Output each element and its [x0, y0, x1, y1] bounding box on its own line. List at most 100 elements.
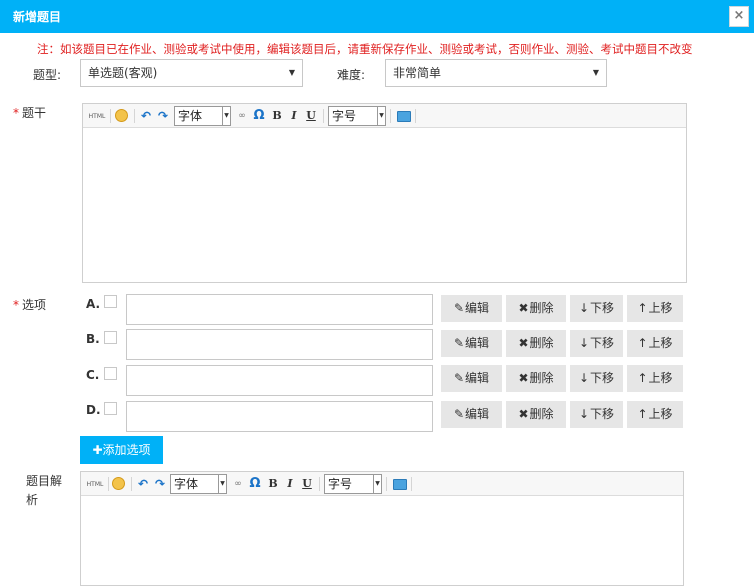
- special-char-icon[interactable]: Ω: [252, 108, 266, 124]
- edit-option-button[interactable]: ✎编辑: [441, 401, 502, 428]
- font-size-select[interactable]: 字号 ▼: [328, 106, 386, 126]
- underline-icon[interactable]: U: [301, 476, 313, 492]
- toolbar-divider: [319, 477, 320, 491]
- edit-icon: ✎: [453, 371, 465, 385]
- chevron-down-icon: ▼: [222, 107, 230, 125]
- difficulty-select[interactable]: 非常简单 ▼: [385, 59, 607, 87]
- chevron-down-icon: ▼: [373, 475, 381, 493]
- question-type-value: 单选题(客观): [88, 66, 158, 80]
- delete-option-button[interactable]: ✖删除: [506, 365, 566, 392]
- toolbar-divider: [390, 109, 391, 123]
- font-family-select[interactable]: 字体 ▼: [170, 474, 227, 494]
- html-source-icon[interactable]: HTML: [88, 109, 106, 125]
- arrow-down-icon: ↓: [578, 407, 590, 421]
- font-family-select[interactable]: 字体 ▼: [174, 106, 231, 126]
- emoji-icon[interactable]: [112, 477, 125, 490]
- plus-icon: ✚: [92, 443, 103, 457]
- required-mark: *: [13, 106, 19, 120]
- analysis-label: 题目解: [26, 474, 63, 488]
- option-letter: B.: [86, 332, 100, 346]
- option-input[interactable]: [126, 329, 433, 360]
- close-icon: ✖: [518, 371, 529, 385]
- undo-icon[interactable]: ↶: [139, 108, 153, 124]
- option-input[interactable]: [126, 401, 433, 432]
- option-correct-checkbox[interactable]: [104, 367, 117, 380]
- redo-icon[interactable]: ↷: [156, 108, 170, 124]
- close-icon[interactable]: ×: [729, 6, 749, 27]
- required-mark: *: [13, 298, 19, 312]
- option-correct-checkbox[interactable]: [104, 331, 117, 344]
- close-icon: ✖: [518, 336, 529, 350]
- option-letter: C.: [86, 368, 100, 382]
- stem-label-text: 题干: [22, 106, 47, 120]
- option-correct-checkbox[interactable]: [104, 402, 117, 415]
- bold-icon[interactable]: B: [271, 108, 283, 124]
- arrow-down-icon: ↓: [578, 336, 590, 350]
- stem-label: * 题干: [13, 104, 46, 121]
- edit-icon: ✎: [453, 336, 465, 350]
- html-source-icon[interactable]: HTML: [86, 477, 104, 493]
- toolbar-divider: [131, 477, 132, 491]
- delete-option-button[interactable]: ✖删除: [506, 295, 566, 322]
- move-up-button[interactable]: ↑上移: [627, 401, 683, 428]
- toolbar-divider: [386, 477, 387, 491]
- emoji-icon[interactable]: [115, 109, 128, 122]
- redo-icon[interactable]: ↷: [153, 476, 167, 492]
- option-letter: A.: [86, 297, 101, 311]
- add-option-button[interactable]: ✚添加选项: [80, 436, 163, 464]
- arrow-down-icon: ↓: [578, 301, 590, 315]
- arrow-down-icon: ↓: [578, 371, 590, 385]
- link-icon[interactable]: ∞: [231, 476, 245, 492]
- font-size-value: 字号: [328, 477, 353, 491]
- font-size-value: 字号: [332, 109, 357, 123]
- chevron-down-icon: ▼: [592, 68, 599, 77]
- stem-editor-toolbar: HTML ↶ ↷ 字体 ▼ ∞ Ω B I U 字号 ▼: [83, 104, 686, 128]
- move-down-button[interactable]: ↓下移: [570, 330, 623, 357]
- edit-icon: ✎: [453, 407, 465, 421]
- option-input[interactable]: [126, 294, 433, 325]
- option-correct-checkbox[interactable]: [104, 295, 117, 308]
- move-up-button[interactable]: ↑上移: [627, 365, 683, 392]
- option-input[interactable]: [126, 365, 433, 396]
- italic-icon[interactable]: I: [284, 476, 296, 492]
- special-char-icon[interactable]: Ω: [248, 476, 262, 492]
- arrow-up-icon: ↑: [637, 371, 648, 385]
- image-icon[interactable]: [393, 479, 407, 490]
- toolbar-divider: [415, 109, 416, 123]
- edit-option-button[interactable]: ✎编辑: [441, 365, 502, 392]
- link-icon[interactable]: ∞: [235, 108, 249, 124]
- chevron-down-icon: ▼: [377, 107, 385, 125]
- toolbar-divider: [108, 477, 109, 491]
- toolbar-divider: [411, 477, 412, 491]
- difficulty-label: 难度:: [337, 68, 366, 82]
- font-family-value: 字体: [178, 109, 203, 123]
- analysis-editor[interactable]: HTML ↶ ↷ 字体 ▼ ∞ Ω B I U 字号 ▼: [80, 471, 684, 586]
- move-up-button[interactable]: ↑上移: [627, 295, 683, 322]
- underline-icon[interactable]: U: [305, 108, 317, 124]
- italic-icon[interactable]: I: [288, 108, 300, 124]
- move-down-button[interactable]: ↓下移: [570, 365, 623, 392]
- edit-option-button[interactable]: ✎编辑: [441, 330, 502, 357]
- options-label: * 选项: [13, 296, 46, 313]
- close-icon: ✖: [518, 301, 529, 315]
- toolbar-divider: [110, 109, 111, 123]
- undo-icon[interactable]: ↶: [136, 476, 150, 492]
- move-down-button[interactable]: ↓下移: [570, 401, 623, 428]
- bold-icon[interactable]: B: [267, 476, 279, 492]
- close-icon: ✖: [518, 407, 529, 421]
- question-type-select[interactable]: 单选题(客观) ▼: [80, 59, 303, 87]
- chevron-down-icon: ▼: [288, 68, 295, 77]
- image-icon[interactable]: [397, 111, 411, 122]
- edit-icon: ✎: [453, 301, 465, 315]
- move-down-button[interactable]: ↓下移: [570, 295, 623, 322]
- arrow-up-icon: ↑: [637, 407, 648, 421]
- move-up-button[interactable]: ↑上移: [627, 330, 683, 357]
- delete-option-button[interactable]: ✖删除: [506, 330, 566, 357]
- arrow-up-icon: ↑: [637, 336, 648, 350]
- toolbar-divider: [323, 109, 324, 123]
- font-size-select[interactable]: 字号 ▼: [324, 474, 382, 494]
- delete-option-button[interactable]: ✖删除: [506, 401, 566, 428]
- edit-option-button[interactable]: ✎编辑: [441, 295, 502, 322]
- stem-editor[interactable]: HTML ↶ ↷ 字体 ▼ ∞ Ω B I U 字号 ▼: [82, 103, 687, 283]
- edit-notice: 注：如该题目已在作业、测验或考试中使用，编辑该题目后，请重新保存作业、测验或考试…: [37, 42, 693, 56]
